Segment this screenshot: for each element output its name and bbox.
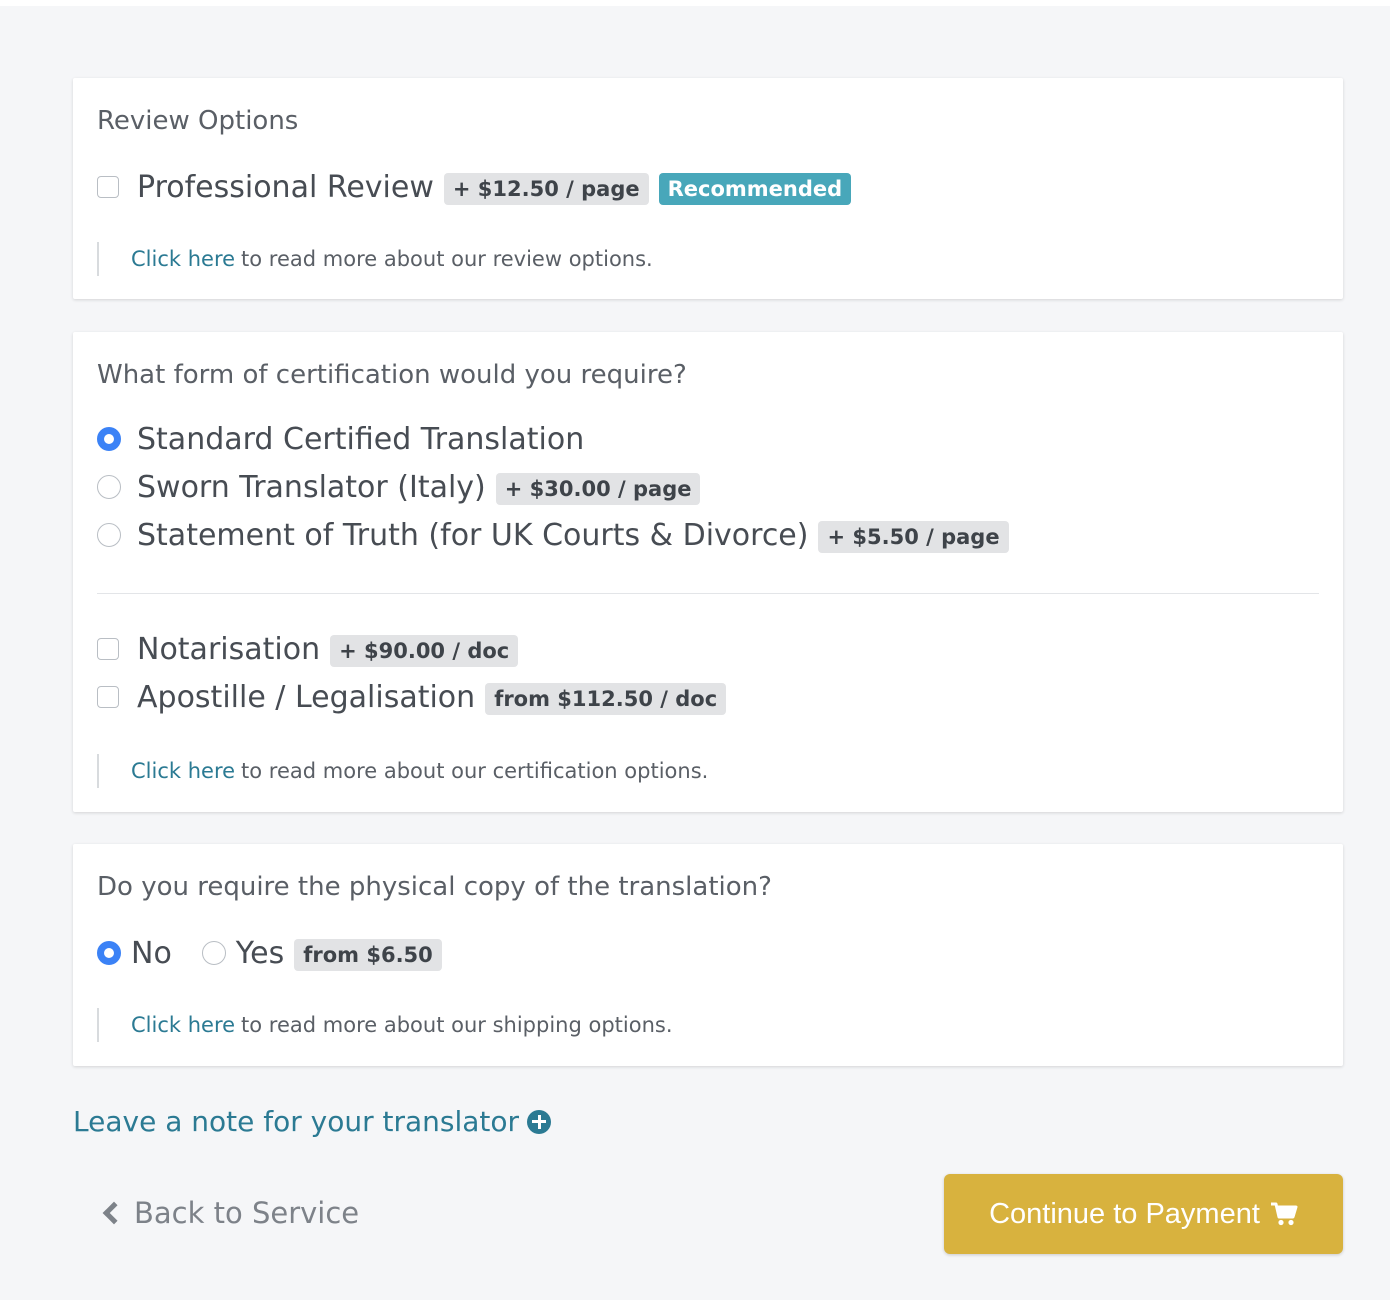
shipping-info-text: to read more about our shipping options. — [241, 1013, 673, 1037]
sworn-translator-price-badge: + $30.00 / page — [495, 473, 701, 505]
chevron-left-icon — [102, 1201, 126, 1225]
shopping-cart-icon — [1270, 1202, 1298, 1226]
shipping-click-here-link[interactable]: Click here — [131, 1013, 235, 1037]
apostille-label: Apostille / Legalisation — [137, 679, 476, 715]
professional-review-checkbox[interactable] — [97, 176, 119, 198]
page-background: Review Options Professional Review + $12… — [0, 6, 1390, 1300]
statement-of-truth-radio[interactable] — [97, 523, 121, 547]
leave-note-label: Leave a note for your translator — [73, 1105, 520, 1138]
physical-copy-no-label[interactable]: No — [131, 936, 172, 971]
certification-info-text: to read more about our certification opt… — [241, 759, 709, 783]
apostille-checkbox[interactable] — [97, 686, 119, 708]
professional-review-label: Professional Review — [137, 169, 434, 205]
physical-copy-yes-label[interactable]: Yes — [236, 936, 284, 971]
back-to-service-label: Back to Service — [134, 1196, 360, 1230]
certification-divider — [97, 593, 1319, 594]
back-to-service-link[interactable]: Back to Service — [100, 1196, 359, 1230]
review-options-card: Review Options Professional Review + $12… — [73, 78, 1343, 299]
certification-info-note: Click here to read more about our certif… — [97, 754, 708, 788]
continue-to-payment-label: Continue to Payment — [989, 1197, 1260, 1230]
sworn-translator-option[interactable]: Sworn Translator (Italy) + $30.00 / page — [97, 469, 708, 505]
review-options-title: Review Options — [97, 106, 299, 136]
sworn-translator-label: Sworn Translator (Italy) — [137, 469, 486, 505]
review-info-text: to read more about our review options. — [241, 247, 653, 271]
standard-certified-option[interactable]: Standard Certified Translation — [97, 421, 592, 457]
certification-click-here-link[interactable]: Click here — [131, 759, 235, 783]
apostille-option[interactable]: Apostille / Legalisation from $112.50 / … — [97, 679, 734, 715]
professional-review-option[interactable]: Professional Review + $12.50 / page Reco… — [97, 169, 859, 205]
plus-circle-icon — [527, 1109, 552, 1134]
certification-title: What form of certification would you req… — [97, 360, 687, 390]
leave-note-link[interactable]: Leave a note for your translator — [73, 1105, 552, 1138]
shipping-info-note: Click here to read more about our shippi… — [97, 1008, 673, 1042]
recommended-badge: Recommended — [658, 173, 852, 205]
physical-copy-options: No Yes from $6.50 — [97, 936, 450, 971]
physical-copy-card: Do you require the physical copy of the … — [73, 844, 1343, 1066]
statement-of-truth-option[interactable]: Statement of Truth (for UK Courts & Divo… — [97, 517, 1017, 553]
physical-copy-title: Do you require the physical copy of the … — [97, 872, 772, 902]
physical-copy-yes-radio[interactable] — [201, 941, 226, 965]
notarisation-option[interactable]: Notarisation + $90.00 / doc — [97, 631, 526, 667]
notarisation-label: Notarisation — [137, 631, 321, 667]
notarisation-price-badge: + $90.00 / doc — [330, 635, 519, 667]
professional-review-price-badge: + $12.50 / page — [443, 173, 649, 205]
notarisation-checkbox[interactable] — [97, 638, 119, 660]
continue-to-payment-button[interactable]: Continue to Payment — [944, 1174, 1343, 1254]
review-info-note: Click here to read more about our review… — [97, 242, 653, 276]
statement-of-truth-price-badge: + $5.50 / page — [818, 521, 1009, 553]
sworn-translator-radio[interactable] — [97, 475, 121, 499]
review-click-here-link[interactable]: Click here — [131, 247, 235, 271]
statement-of-truth-label: Statement of Truth (for UK Courts & Divo… — [137, 517, 809, 553]
physical-copy-no-radio[interactable] — [97, 941, 121, 965]
apostille-price-badge: from $112.50 / doc — [485, 683, 727, 715]
physical-copy-price-badge: from $6.50 — [294, 939, 442, 971]
standard-certified-label: Standard Certified Translation — [137, 421, 585, 457]
standard-certified-radio[interactable] — [97, 427, 121, 451]
certification-card: What form of certification would you req… — [73, 332, 1343, 812]
